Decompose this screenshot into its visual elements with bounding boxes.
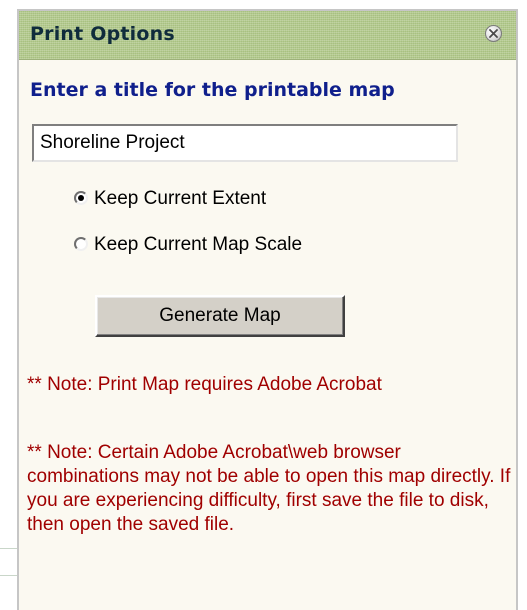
- close-x-glyph: [489, 29, 498, 38]
- map-title-input[interactable]: [32, 124, 458, 162]
- option-keep-current-map-scale[interactable]: Keep Current Map Scale: [74, 234, 302, 256]
- radio-keep-current-extent[interactable]: [74, 190, 88, 205]
- radio-keep-current-map-scale[interactable]: [74, 236, 88, 251]
- panel-title: Print Options: [30, 23, 175, 45]
- note-browser-compatibility: ** Note: Certain Adobe Acrobat\web brows…: [27, 442, 511, 535]
- background-line: [0, 575, 17, 576]
- note-acrobat-required: ** Note: Print Map requires Adobe Acroba…: [27, 374, 382, 395]
- background-line: [0, 548, 17, 549]
- option-keep-current-map-scale-label: Keep Current Map Scale: [94, 234, 303, 255]
- option-keep-current-extent-label: Keep Current Extent: [94, 188, 267, 209]
- title-prompt-label: Enter a title for the printable map: [30, 79, 395, 101]
- close-icon[interactable]: [485, 25, 502, 42]
- panel-titlebar: Print Options: [19, 11, 516, 60]
- print-options-panel: Print Options Enter a title for the prin…: [17, 9, 518, 610]
- option-keep-current-extent[interactable]: Keep Current Extent: [74, 188, 266, 210]
- generate-map-button[interactable]: Generate Map: [95, 295, 345, 337]
